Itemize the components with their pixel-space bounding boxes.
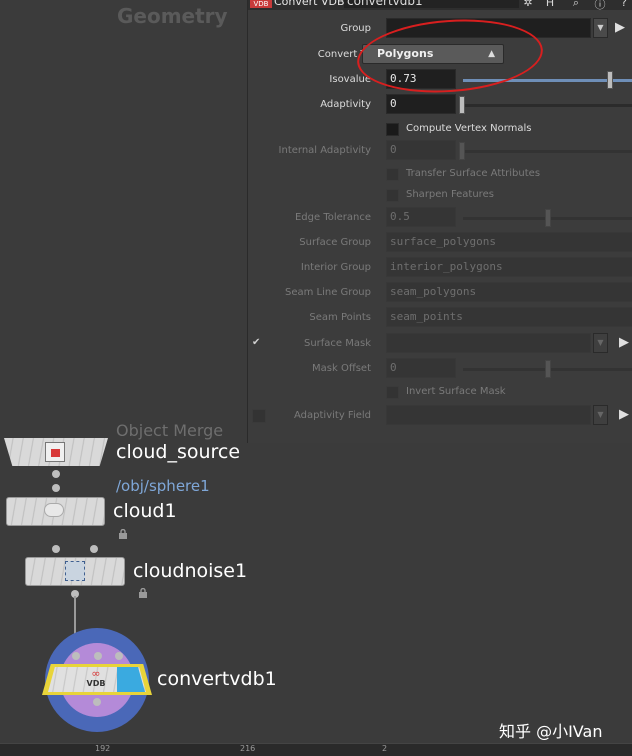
ruler-number: 216	[240, 744, 256, 753]
gear-icon[interactable]: ✲	[520, 0, 536, 10]
edge-tolerance-label: Edge Tolerance	[294, 212, 371, 223]
internal-adaptivity-label: Internal Adaptivity	[278, 145, 371, 156]
invert-mask-row: Invert Surface Mask	[248, 381, 632, 403]
cloud-source-name[interactable]: cloud_source	[116, 441, 240, 463]
mask-offset-row: Mask Offset 0	[248, 358, 632, 380]
adaptivity-slider-track[interactable]	[463, 104, 632, 107]
adaptivity-field-label: Adaptivity Field	[294, 410, 371, 421]
internal-adaptivity-field[interactable]: 0	[386, 140, 456, 160]
seam-points-field[interactable]: seam_points	[386, 307, 632, 327]
compute-normals-row: Compute Vertex Normals	[248, 118, 632, 140]
vdb-badge-text: VDB	[86, 679, 106, 688]
object-path-link[interactable]: /obj/sphere1	[116, 477, 210, 495]
transfer-attrs-row: Transfer Surface Attributes	[248, 163, 632, 185]
select-arrow-icon[interactable]: ▶	[619, 333, 631, 353]
adaptivity-slider-handle[interactable]	[459, 96, 465, 114]
checkmark-icon[interactable]: ✔	[252, 337, 266, 351]
cloud-icon	[44, 503, 64, 517]
surface-mask-field[interactable]	[386, 333, 591, 353]
output-connector[interactable]	[52, 545, 60, 553]
cloud1-name[interactable]: cloud1	[113, 500, 177, 522]
ruler-number: 2	[382, 744, 388, 753]
seam-points-label: Seam Points	[309, 312, 371, 323]
adaptivity-label: Adaptivity	[320, 99, 371, 110]
internal-adaptivity-slider-track[interactable]	[463, 150, 632, 153]
transfer-attrs-label: Transfer Surface Attributes	[406, 168, 541, 179]
surface-mask-label: Surface Mask	[303, 338, 371, 349]
parameter-header: VDB Convert VDB convertvdb1 ✲ H ⌕ ⓘ ?	[248, 0, 632, 10]
surface-mask-dropdown-button[interactable]: ▼	[593, 333, 608, 353]
object-merge-type-label: Object Merge	[116, 421, 224, 440]
cloud-noise-icon	[65, 561, 85, 581]
seam-line-group-field[interactable]: seam_polygons	[386, 282, 632, 302]
watermark: 知乎 @小IVan	[499, 722, 603, 741]
network-context-title: Geometry	[117, 4, 228, 28]
adaptivity-row: Adaptivity 0	[248, 94, 632, 116]
output-connector[interactable]	[93, 698, 101, 706]
edge-tolerance-row: Edge Tolerance 0.5	[248, 207, 632, 229]
object-merge-icon	[45, 442, 65, 462]
mask-offset-field[interactable]: 0	[386, 358, 456, 378]
vdb-icon: ∞ VDB	[84, 668, 108, 690]
ruler-number: 192	[95, 744, 111, 753]
sharpen-checkbox[interactable]	[386, 189, 399, 202]
surface-group-label: Surface Group	[299, 237, 371, 248]
input-connector[interactable]	[115, 652, 123, 660]
vdb-node-type-icon: VDB	[250, 0, 272, 8]
seam-line-group-label: Seam Line Group	[284, 287, 371, 298]
output-connector[interactable]	[52, 470, 60, 478]
sharpen-row: Sharpen Features	[248, 184, 632, 206]
adaptivity-field-input[interactable]	[386, 405, 591, 425]
internal-adaptivity-slider-handle[interactable]	[459, 142, 465, 160]
group-dropdown-button[interactable]: ▼	[593, 18, 608, 38]
info-icon[interactable]: ⓘ	[592, 0, 608, 10]
select-arrow-icon[interactable]: ▶	[619, 405, 631, 425]
timeline-ruler[interactable]: 192 216 2	[0, 743, 632, 756]
interior-group-row: Interior Group interior_polygons	[248, 257, 632, 279]
cloudnoise1-name[interactable]: cloudnoise1	[133, 560, 247, 582]
help-h-icon[interactable]: H	[542, 0, 558, 10]
isovalue-slider-handle[interactable]	[607, 71, 613, 89]
interior-group-label: Interior Group	[300, 262, 371, 273]
compute-normals-checkbox[interactable]	[386, 123, 399, 136]
mask-offset-label: Mask Offset	[312, 363, 371, 374]
surface-group-field[interactable]: surface_polygons	[386, 232, 632, 252]
search-icon[interactable]: ⌕	[568, 0, 584, 10]
seam-line-group-row: Seam Line Group seam_polygons	[248, 282, 632, 304]
adaptivity-field-row: Adaptivity Field ▼ ▶	[248, 405, 632, 427]
adaptivity-field[interactable]: 0	[386, 94, 456, 114]
node-name-field[interactable]: convertvdb1	[344, 0, 519, 8]
surface-group-row: Surface Group surface_polygons	[248, 232, 632, 254]
mask-offset-slider-handle[interactable]	[545, 360, 551, 378]
internal-adaptivity-row: Internal Adaptivity 0	[248, 140, 632, 162]
transfer-attrs-checkbox[interactable]	[386, 168, 399, 181]
input-connector[interactable]	[52, 484, 60, 492]
help-icon[interactable]: ?	[616, 0, 632, 10]
input-connector[interactable]	[72, 652, 80, 660]
edge-tolerance-field[interactable]: 0.5	[386, 207, 456, 227]
group-label: Group	[340, 23, 371, 34]
convertvdb1-name[interactable]: convertvdb1	[157, 668, 277, 690]
select-arrow-icon[interactable]: ▶	[615, 18, 627, 38]
sharpen-label: Sharpen Features	[406, 189, 494, 200]
input-connector[interactable]	[94, 652, 102, 660]
edge-tolerance-slider-handle[interactable]	[545, 209, 551, 227]
invert-mask-label: Invert Surface Mask	[406, 386, 506, 397]
interior-group-field[interactable]: interior_polygons	[386, 257, 632, 277]
adaptivity-field-toggle[interactable]	[252, 409, 266, 423]
invert-mask-checkbox[interactable]	[386, 386, 399, 399]
node-type-label: Convert VDB	[274, 0, 345, 8]
lock-icon[interactable]	[118, 529, 128, 539]
lock-icon[interactable]	[138, 588, 148, 598]
adaptivity-field-dropdown-button[interactable]: ▼	[593, 405, 608, 425]
compute-normals-label: Compute Vertex Normals	[406, 123, 532, 134]
input-connector[interactable]	[90, 545, 98, 553]
surface-mask-row: ✔ Surface Mask ▼ ▶	[248, 333, 632, 355]
seam-points-row: Seam Points seam_points	[248, 307, 632, 329]
